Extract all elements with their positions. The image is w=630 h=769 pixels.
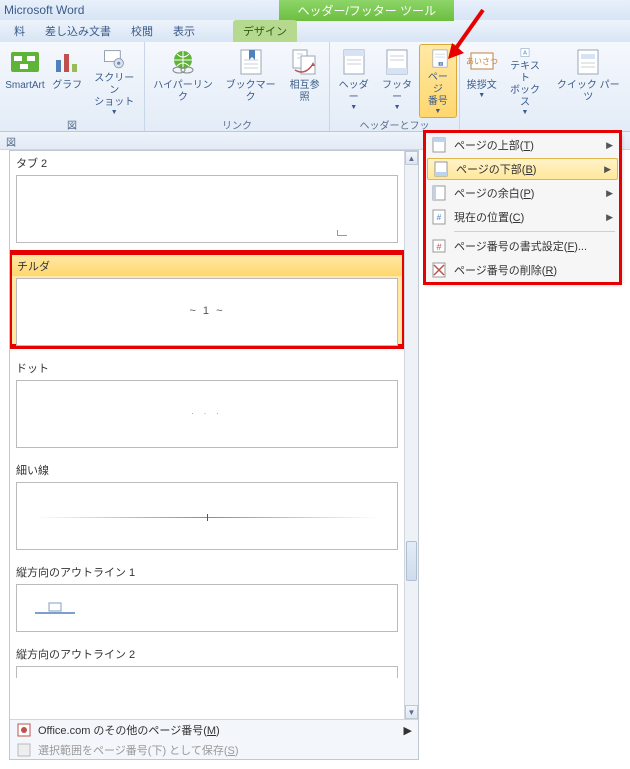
svg-text:あいさつ: あいさつ <box>466 57 498 66</box>
page-number-gallery: タブ 2 チルダ ~ 1 ~ ドット . . . 細い線 縦方向のアウトライン … <box>9 150 419 760</box>
gallery-item-voutline1[interactable]: 縦方向のアウトライン 1 <box>10 560 404 632</box>
textbox-icon: A <box>509 46 541 59</box>
dropdown-arrow-icon: ▼ <box>394 104 401 111</box>
header-icon <box>338 46 370 78</box>
ribbon: SmartArt グラフ スクリーン ショット ▼ 図 ハイパーリンク ブックマ… <box>0 42 630 132</box>
gallery-preview <box>16 482 398 550</box>
gallery-preview: . . . <box>16 380 398 448</box>
scroll-thumb[interactable] <box>406 541 417 581</box>
gallery-item-dot[interactable]: ドット . . . <box>10 356 404 448</box>
app-title: Microsoft Word <box>4 3 84 17</box>
page-number-button[interactable]: # ページ 番号 ▼ <box>419 44 457 118</box>
gallery-footer-save: 選択範囲をページ番号(下) として保存(S) <box>10 740 418 760</box>
gallery-scrollbar[interactable]: ▲ ▼ <box>404 151 418 719</box>
page-bottom-icon <box>432 160 450 178</box>
screenshot-icon <box>98 46 130 71</box>
quickparts-button[interactable]: クイック パーツ <box>549 44 628 118</box>
gallery-scroll-area: タブ 2 チルダ ~ 1 ~ ドット . . . 細い線 縦方向のアウトライン … <box>10 151 404 719</box>
ribbon-group-illustrations: SmartArt グラフ スクリーン ショット ▼ 図 <box>0 42 145 131</box>
submenu-arrow-icon: ▶ <box>606 212 613 223</box>
gallery-preview: ~ 1 ~ <box>16 278 398 346</box>
aisatsu-icon: あいさつ <box>466 46 498 78</box>
menu-item-bottom[interactable]: ページの下部(B) ▶ <box>427 158 618 180</box>
svg-text:#: # <box>437 213 442 222</box>
svg-text:#: # <box>439 62 441 66</box>
format-icon: # <box>430 237 448 255</box>
textbox-button[interactable]: A テキスト ボックス ▼ <box>501 44 548 118</box>
ribbon-group-headerfooter: ヘッダー ▼ フッター ▼ # ページ 番号 ▼ ヘッダーとフッ <box>330 42 460 131</box>
svg-text:A: A <box>523 51 527 57</box>
footer-icon <box>381 46 413 78</box>
gallery-item-tab2[interactable]: タブ 2 <box>10 151 404 243</box>
hyperlink-icon <box>167 46 199 78</box>
menu-separator <box>454 231 615 232</box>
ribbon-group-links: ハイパーリンク ブックマーク 相互参照 リンク <box>145 42 330 131</box>
ribbon-tabs: 料 差し込み文書 校閲 表示 デザイン <box>0 20 630 42</box>
hyperlink-button[interactable]: ハイパーリンク <box>147 44 219 118</box>
chart-button[interactable]: グラフ <box>48 44 87 118</box>
tab-item[interactable]: 校閲 <box>121 20 163 42</box>
page-number-menu: ページの上部(T) ▶ ページの下部(B) ▶ ページの余白(P) ▶ # 現在… <box>425 132 620 283</box>
submenu-arrow-icon: ▶ <box>604 164 611 175</box>
gallery-item-voutline2[interactable]: 縦方向のアウトライン 2 <box>10 642 404 678</box>
tab-item[interactable]: 表示 <box>163 20 205 42</box>
dropdown-arrow-icon: ▼ <box>522 109 529 116</box>
gallery-item-tilde[interactable]: チルダ ~ 1 ~ <box>10 253 404 346</box>
menu-item-current[interactable]: # 現在の位置(C) ▶ <box>426 205 619 229</box>
title-bar: Microsoft Word ヘッダー/フッター ツール <box>0 0 630 20</box>
bookmark-icon <box>235 46 267 78</box>
office-icon <box>16 722 32 738</box>
menu-item-format[interactable]: # ページ番号の書式設定(F)... <box>426 234 619 258</box>
dropdown-arrow-icon: ▼ <box>478 92 485 99</box>
footer-button[interactable]: フッター ▼ <box>375 44 418 118</box>
submenu-arrow-icon: ▶ <box>606 140 613 151</box>
svg-text:#: # <box>436 242 441 252</box>
crossref-icon <box>289 46 321 78</box>
menu-item-margin[interactable]: ページの余白(P) ▶ <box>426 181 619 205</box>
submenu-arrow-icon: ▶ <box>404 724 412 737</box>
scroll-down-button[interactable]: ▼ <box>405 705 418 719</box>
gallery-preview <box>16 584 398 632</box>
dropdown-arrow-icon: ▼ <box>434 108 441 115</box>
screenshot-button[interactable]: スクリーン ショット ▼ <box>87 44 142 118</box>
smartart-button[interactable]: SmartArt <box>2 44 48 118</box>
remove-icon <box>430 261 448 279</box>
header-button[interactable]: ヘッダー ▼ <box>332 44 375 118</box>
tab-item[interactable]: 差し込み文書 <box>35 20 121 42</box>
ribbon-group-text: あいさつ 挨拶文 ▼ A テキスト ボックス ▼ クイック パーツ <box>460 42 630 131</box>
page-margin-icon <box>430 184 448 202</box>
dropdown-arrow-icon: ▼ <box>350 104 357 111</box>
quickparts-icon <box>572 46 604 78</box>
scroll-up-button[interactable]: ▲ <box>405 151 418 165</box>
aisatsu-button[interactable]: あいさつ 挨拶文 ▼ <box>462 44 501 118</box>
gallery-footer: Office.com のその他のページ番号(M) ▶ 選択範囲をページ番号(下)… <box>10 719 418 759</box>
gallery-item-thinline[interactable]: 細い線 <box>10 458 404 550</box>
contextual-tab-label: ヘッダー/フッター ツール <box>279 0 454 21</box>
gallery-footer-office[interactable]: Office.com のその他のページ番号(M) ▶ <box>10 720 418 740</box>
menu-item-remove[interactable]: ページ番号の削除(R) <box>426 258 619 282</box>
gallery-preview <box>16 175 398 243</box>
tab-item[interactable]: 料 <box>4 20 35 42</box>
crossref-button[interactable]: 相互参照 <box>282 44 327 118</box>
smartart-icon <box>9 46 41 78</box>
page-number-icon: # <box>424 47 456 70</box>
gallery-preview <box>16 666 398 678</box>
current-position-icon: # <box>430 208 448 226</box>
chart-icon <box>52 46 84 78</box>
menu-item-top[interactable]: ページの上部(T) ▶ <box>426 133 619 157</box>
save-selection-icon <box>16 742 32 758</box>
page-top-icon <box>430 136 448 154</box>
bookmark-button[interactable]: ブックマーク <box>219 44 282 118</box>
submenu-arrow-icon: ▶ <box>606 188 613 199</box>
dropdown-arrow-icon: ▼ <box>111 109 118 116</box>
tab-design[interactable]: デザイン <box>233 20 297 42</box>
